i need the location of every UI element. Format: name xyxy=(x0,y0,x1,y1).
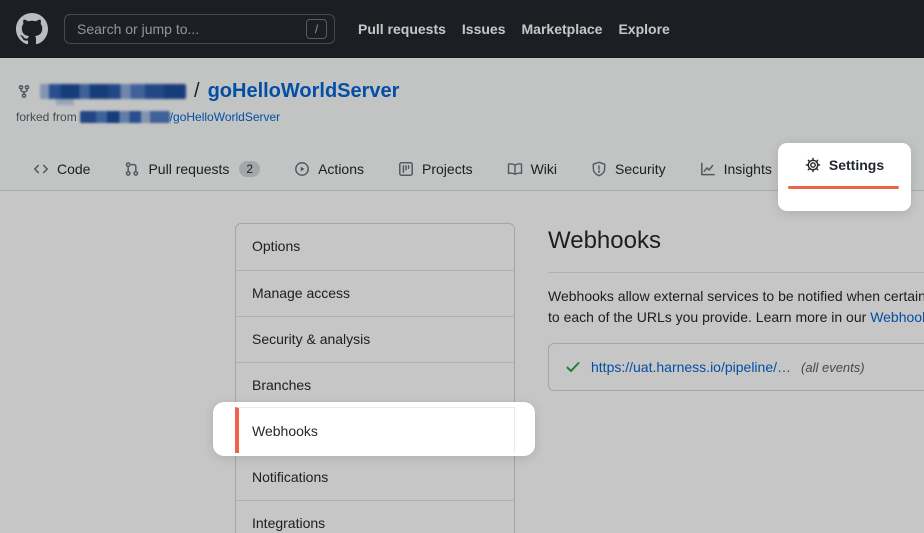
tab-settings[interactable]: Settings xyxy=(778,143,911,187)
tab-label: Settings xyxy=(829,157,884,173)
github-settings-page: / Pull requests Issues Marketplace Explo… xyxy=(0,0,924,533)
spotlight-settings-tab: Settings xyxy=(778,143,911,211)
selected-tab-underline xyxy=(788,186,899,189)
spotlight-webhooks-item: Webhooks xyxy=(213,402,535,456)
sidebar-item-webhooks-selected[interactable]: Webhooks xyxy=(235,407,515,453)
gear-icon xyxy=(805,157,821,173)
